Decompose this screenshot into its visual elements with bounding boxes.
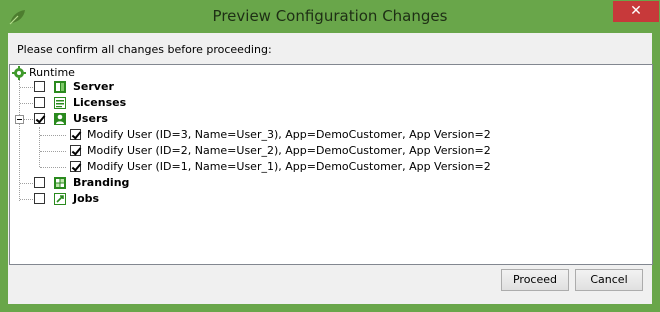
collapse-toggle[interactable] xyxy=(15,115,24,124)
server-checkbox[interactable] xyxy=(34,81,45,92)
users-icon xyxy=(54,113,66,125)
tree-node-jobs[interactable]: Jobs xyxy=(10,191,210,207)
branding-label: Branding xyxy=(73,176,130,189)
tree-node-licenses[interactable]: Licenses xyxy=(10,95,210,111)
title-bar[interactable]: Preview Configuration Changes ✕ xyxy=(1,1,659,33)
user-1-change-label: Modify User (ID=1, Name=User_1), App=Dem… xyxy=(87,160,491,173)
tree-node-branding[interactable]: Branding xyxy=(10,175,210,191)
jobs-icon xyxy=(54,193,66,205)
users-label: Users xyxy=(73,112,108,125)
changes-tree[interactable]: Runtime Server Licenses Users Modify Use… xyxy=(9,64,653,265)
tree-child-user-2[interactable]: Modify User (ID=2, Name=User_2), App=Dem… xyxy=(10,143,510,159)
dialog-body: Please confirm all changes before procee… xyxy=(8,33,653,304)
close-button[interactable]: ✕ xyxy=(613,1,659,22)
user-2-change-label: Modify User (ID=2, Name=User_2), App=Dem… xyxy=(87,144,491,157)
tree-node-users[interactable]: Users xyxy=(10,111,210,127)
jobs-label: Jobs xyxy=(73,192,100,205)
jobs-checkbox[interactable] xyxy=(34,193,45,204)
tree-node-server[interactable]: Server xyxy=(10,79,210,95)
branding-checkbox[interactable] xyxy=(34,177,45,188)
licenses-label: Licenses xyxy=(73,96,127,109)
cancel-button[interactable]: Cancel xyxy=(575,269,643,291)
proceed-button[interactable]: Proceed xyxy=(501,269,569,291)
confirmation-prompt: Please confirm all changes before procee… xyxy=(17,43,272,56)
server-label: Server xyxy=(73,80,114,93)
user-3-change-label: Modify User (ID=3, Name=User_3), App=Dem… xyxy=(87,128,491,141)
gear-icon xyxy=(12,66,26,80)
window-title: Preview Configuration Changes xyxy=(212,7,448,25)
user-1-checkbox[interactable] xyxy=(70,161,81,172)
tree-child-user-3[interactable]: Modify User (ID=3, Name=User_3), App=Dem… xyxy=(10,127,510,143)
user-3-checkbox[interactable] xyxy=(70,129,81,140)
users-checkbox[interactable] xyxy=(34,113,45,124)
licenses-checkbox[interactable] xyxy=(34,97,45,108)
tree-child-user-1[interactable]: Modify User (ID=1, Name=User_1), App=Dem… xyxy=(10,159,510,175)
server-icon xyxy=(54,81,66,93)
dialog-window: Preview Configuration Changes ✕ Please c… xyxy=(0,0,660,312)
branding-icon xyxy=(54,177,66,189)
licenses-icon xyxy=(54,97,66,109)
user-2-checkbox[interactable] xyxy=(70,145,81,156)
